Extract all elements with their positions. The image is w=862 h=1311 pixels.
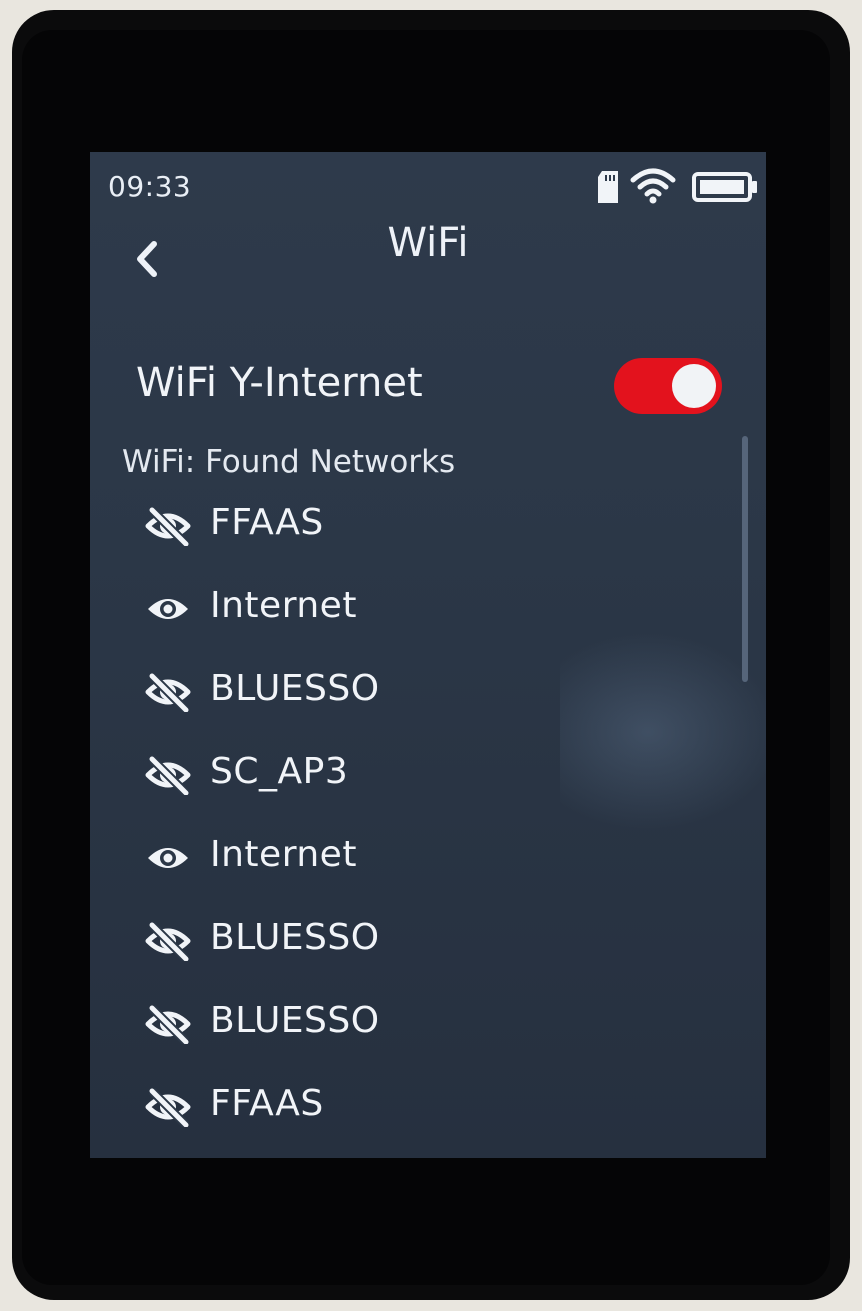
network-item[interactable]: FFAAS bbox=[90, 482, 730, 565]
header: WiFi bbox=[90, 212, 766, 282]
battery-icon bbox=[692, 172, 758, 206]
eye-off-icon bbox=[144, 672, 192, 714]
network-list-scrollbar[interactable] bbox=[742, 436, 748, 682]
wifi-icon bbox=[630, 168, 676, 208]
wifi-toggle-row: WiFi Y-Internet bbox=[90, 332, 766, 414]
eye-icon bbox=[144, 589, 192, 629]
page-title: WiFi bbox=[387, 220, 469, 266]
network-item[interactable]: SC_AP3 bbox=[90, 731, 730, 814]
network-item[interactable]: Internet bbox=[90, 814, 730, 897]
eye-off-icon bbox=[144, 1087, 192, 1129]
network-name: FFAAS bbox=[210, 502, 324, 543]
network-name: FFAAS bbox=[210, 1083, 324, 1124]
eye-icon bbox=[144, 838, 192, 878]
status-time: 09:33 bbox=[108, 170, 192, 203]
network-item[interactable]: BLUESSO bbox=[90, 648, 730, 731]
network-item[interactable]: BLUESSO bbox=[90, 897, 730, 980]
network-name: BLUESSO bbox=[210, 668, 380, 709]
network-item[interactable]: FFAAS bbox=[90, 1063, 730, 1146]
screen: 09:33 WiFi WiFi Y-Internet WiFi: Found N… bbox=[90, 152, 766, 1158]
wifi-toggle-switch[interactable] bbox=[614, 358, 722, 414]
eye-off-icon bbox=[144, 1004, 192, 1046]
sd-card-icon bbox=[596, 170, 620, 208]
network-name: Internet bbox=[210, 585, 357, 626]
eye-off-icon bbox=[144, 921, 192, 963]
wifi-toggle-label: WiFi Y-Internet bbox=[136, 360, 423, 406]
network-name: SC_AP3 bbox=[210, 751, 349, 792]
network-item[interactable]: BLUESSO bbox=[90, 980, 730, 1063]
eye-off-icon bbox=[144, 506, 192, 548]
network-name: BLUESSO bbox=[210, 1000, 380, 1041]
network-item[interactable]: Internet bbox=[90, 565, 730, 648]
network-name: BLUESSO bbox=[210, 917, 380, 958]
toggle-knob bbox=[672, 364, 716, 408]
networks-section-title: WiFi: Found Networks bbox=[122, 444, 456, 480]
network-list: FFAAS Internet BLUESSO SC_AP3 Internet BLUESS… bbox=[90, 482, 730, 1146]
eye-off-icon bbox=[144, 755, 192, 797]
network-name: Internet bbox=[210, 834, 357, 875]
